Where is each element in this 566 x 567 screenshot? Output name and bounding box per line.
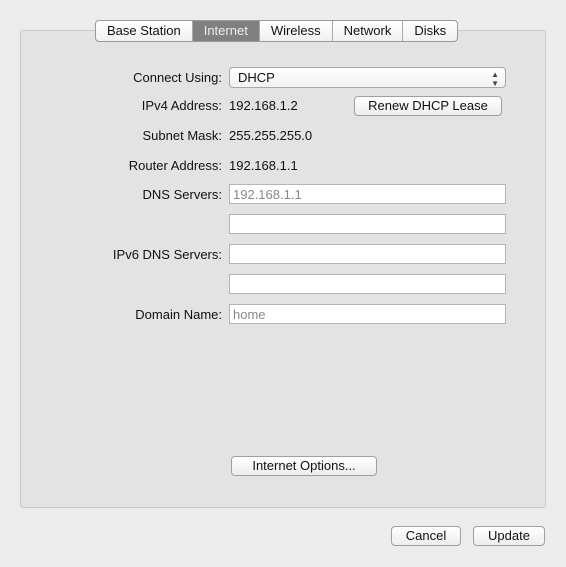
tab-internet[interactable]: Internet xyxy=(192,21,260,41)
router-address-value: 192.168.1.1 xyxy=(229,158,298,173)
ipv4-value: 192.168.1.2 xyxy=(229,98,298,113)
dns-servers-label: DNS Servers: xyxy=(142,187,222,202)
cancel-button[interactable]: Cancel xyxy=(391,526,461,546)
ipv6-dns-server-2-input[interactable] xyxy=(229,274,506,294)
update-button[interactable]: Update xyxy=(473,526,545,546)
tab-network[interactable]: Network xyxy=(333,21,404,41)
connect-using-value: DHCP xyxy=(238,70,275,85)
domain-name-label: Domain Name: xyxy=(135,307,222,322)
dns-server-1-input[interactable]: 192.168.1.1 xyxy=(229,184,506,204)
connect-using-select[interactable]: DHCP ▲ ▼ xyxy=(229,67,506,88)
ipv6-dns-servers-label: IPv6 DNS Servers: xyxy=(112,247,222,262)
subnet-mask-label: Subnet Mask: xyxy=(142,128,223,143)
renew-dhcp-lease-button[interactable]: Renew DHCP Lease xyxy=(354,96,502,116)
tab-base-station[interactable]: Base Station xyxy=(96,21,193,41)
tab-disks[interactable]: Disks xyxy=(403,21,457,41)
subnet-mask-value: 255.255.255.0 xyxy=(229,128,313,143)
up-down-chevron-icon: ▲ ▼ xyxy=(491,70,499,88)
domain-name-input[interactable]: home xyxy=(229,304,506,324)
dns-server-2-input[interactable] xyxy=(229,214,506,234)
ipv4-label: IPv4 Address: xyxy=(141,98,222,113)
router-address-label: Router Address: xyxy=(128,158,222,173)
tab-bar: Base Station Internet Wireless Network D… xyxy=(95,20,459,42)
connect-using-label: Connect Using: xyxy=(133,70,222,85)
ipv6-dns-server-1-input[interactable] xyxy=(229,244,506,264)
tab-wireless[interactable]: Wireless xyxy=(260,21,333,41)
internet-options-button[interactable]: Internet Options... xyxy=(231,456,377,476)
